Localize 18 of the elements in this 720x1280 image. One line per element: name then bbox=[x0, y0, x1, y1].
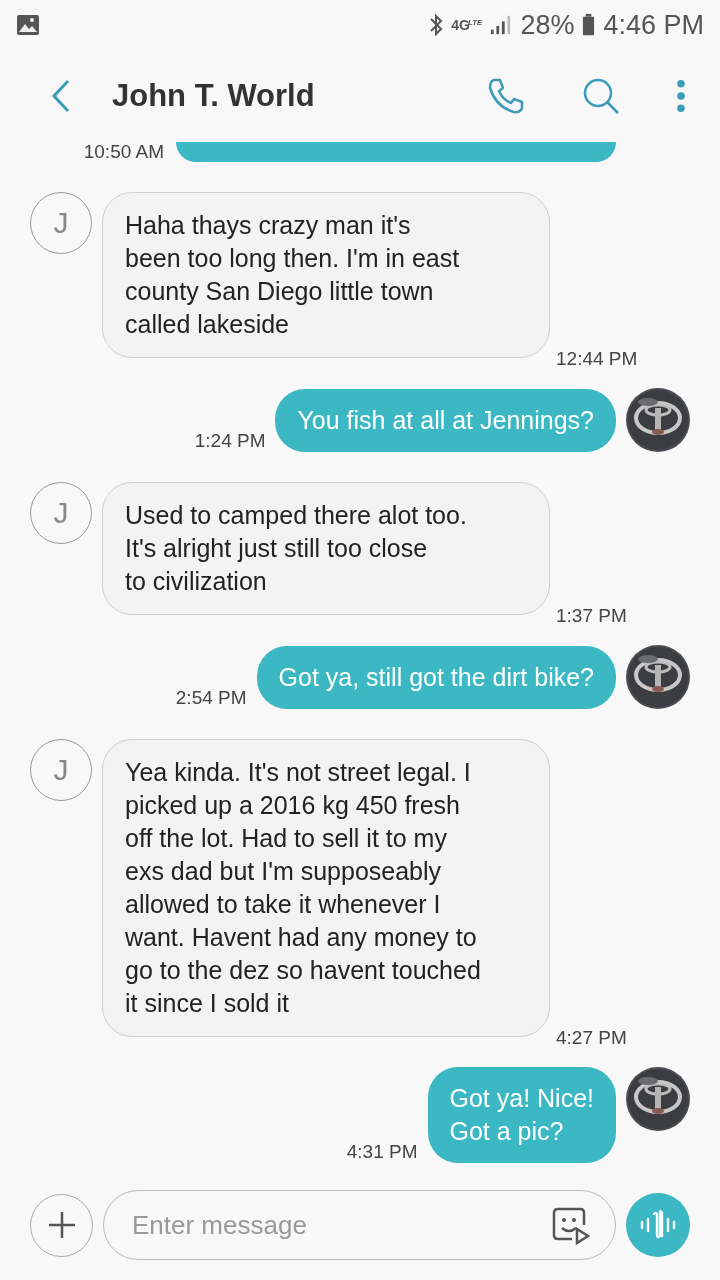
message-field[interactable]: Enter message bbox=[103, 1190, 616, 1260]
message-bubble: Got ya! Nice! Got a pic? bbox=[427, 1067, 616, 1163]
message-time: 12:44 PM bbox=[556, 348, 638, 370]
message-time: 1:24 PM bbox=[194, 430, 266, 452]
message-bubble: Got ya, still got the dirt bike? bbox=[256, 646, 616, 709]
network-label: 4G bbox=[451, 17, 470, 33]
clock: 4:46 PM bbox=[603, 9, 704, 41]
message-time: 1:37 PM bbox=[556, 605, 627, 627]
message-time: 4:27 PM bbox=[556, 1027, 627, 1049]
message-bubble: Used to camped there alot too. It's alright just still too close to civilization bbox=[102, 482, 550, 615]
message-time: 10:50 AM bbox=[83, 142, 164, 162]
message-bubble: Yea kinda. It's not street legal. I picked up a 2016 kg 450 fresh off the lot. Had to sell it to my exs dad but I'm supposeably allowed to take it whenever I want. Havent had any money to go to the dez so havent touched it since I sold it bbox=[102, 739, 550, 1037]
message-time: 4:31 PM bbox=[346, 1141, 418, 1163]
message-bubble: Haha thays crazy man it's been too long then. I'm in east county San Diego little town called lakeside bbox=[102, 192, 550, 358]
contact-name: John T. World bbox=[112, 78, 316, 114]
message-bubble: You fish at all at Jennings? bbox=[275, 389, 616, 452]
message-time: 2:54 PM bbox=[175, 687, 247, 709]
battery-percent: 28% bbox=[520, 9, 575, 41]
